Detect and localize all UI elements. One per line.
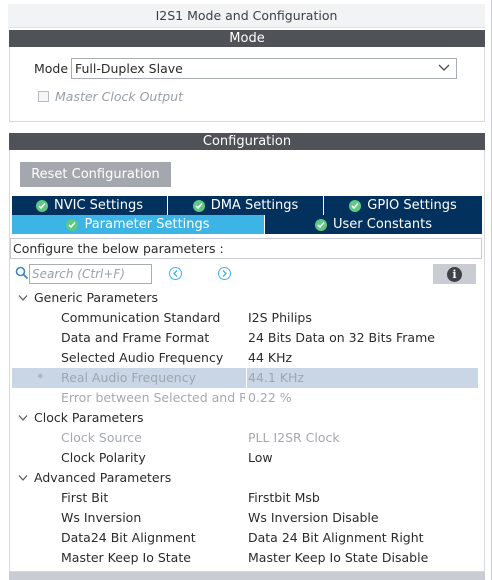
param-value: Data 24 Bit Alignment Right bbox=[248, 530, 424, 545]
param-name: Data and Frame Format bbox=[61, 330, 210, 345]
param-name: First Bit bbox=[61, 490, 109, 505]
chevron-down-icon bbox=[18, 475, 28, 481]
group-name: Advanced Parameters bbox=[34, 470, 172, 485]
master-clock-label: Master Clock Output bbox=[55, 88, 184, 104]
param-name: Selected Audio Frequency bbox=[61, 350, 224, 365]
tab-dma-settings[interactable]: DMA Settings bbox=[168, 196, 323, 215]
param-value: Master Keep Io State Disable bbox=[248, 550, 429, 565]
tab-label: Parameter Settings bbox=[84, 217, 210, 232]
param-name: Clock Source bbox=[61, 430, 142, 445]
tab-parameter-settings[interactable]: Parameter Settings bbox=[12, 215, 264, 234]
modified-marker: * bbox=[37, 370, 44, 385]
master-clock-output-option[interactable]: Master Clock Output bbox=[38, 88, 183, 104]
param-row[interactable]: Clock Polarity Low bbox=[12, 448, 478, 468]
check-circle-icon bbox=[349, 199, 362, 212]
param-row[interactable]: Data24 Bit Alignment Data 24 Bit Alignme… bbox=[12, 528, 478, 548]
configure-instructions: Configure the below parameters : bbox=[10, 238, 482, 259]
chevron-left-icon bbox=[173, 270, 178, 277]
param-row[interactable]: Clock Source PLL I2SR Clock bbox=[12, 428, 478, 448]
master-clock-checkbox[interactable] bbox=[38, 90, 49, 102]
chevron-down-icon bbox=[438, 64, 450, 71]
search-next-button[interactable] bbox=[218, 267, 231, 280]
tab-label: DMA Settings bbox=[210, 198, 299, 213]
param-value: Firstbit Msb bbox=[248, 490, 320, 505]
group-generic-parameters[interactable]: Generic Parameters bbox=[12, 288, 478, 308]
mode-dropdown-value: Full-Duplex Slave bbox=[75, 61, 183, 76]
column-divider bbox=[246, 368, 247, 388]
param-row[interactable]: Data and Frame Format 24 Bits Data on 32… bbox=[12, 328, 478, 348]
group-name: Clock Parameters bbox=[34, 410, 144, 425]
param-value: 0.22 % bbox=[248, 390, 292, 405]
tab-gpio-settings[interactable]: GPIO Settings bbox=[324, 196, 482, 215]
mode-section-header: Mode bbox=[9, 30, 485, 47]
mode-label: Mode bbox=[34, 61, 69, 76]
param-name: Clock Polarity bbox=[61, 450, 146, 465]
search-input[interactable]: Search (Ctrl+F) bbox=[29, 264, 152, 284]
param-value: 44.1 KHz bbox=[248, 370, 304, 385]
param-row[interactable]: First Bit Firstbit Msb bbox=[12, 488, 478, 508]
tab-nvic-settings[interactable]: NVIC Settings bbox=[12, 196, 167, 215]
param-row-selected[interactable]: * Real Audio Frequency 44.1 KHz bbox=[12, 368, 478, 388]
param-name: Real Audio Frequency bbox=[61, 370, 196, 385]
param-row[interactable]: Error between Selected and R... 0.22 % bbox=[12, 388, 478, 408]
param-name: Data24 Bit Alignment bbox=[61, 530, 196, 545]
check-circle-icon bbox=[315, 218, 327, 231]
chevron-down-icon bbox=[18, 415, 28, 421]
reset-configuration-button[interactable]: Reset Configuration bbox=[20, 162, 171, 187]
group-clock-parameters[interactable]: Clock Parameters bbox=[12, 408, 478, 428]
param-name: Error between Selected and R... bbox=[61, 390, 245, 405]
tab-label: NVIC Settings bbox=[54, 198, 143, 213]
param-row[interactable]: Selected Audio Frequency 44 KHz bbox=[12, 348, 478, 368]
search-placeholder: Search (Ctrl+F) bbox=[32, 267, 125, 281]
chevron-right-icon bbox=[222, 270, 227, 277]
check-circle-icon bbox=[66, 218, 79, 231]
info-icon: i bbox=[447, 266, 462, 282]
tab-label: GPIO Settings bbox=[367, 198, 457, 213]
param-value: PLL I2SR Clock bbox=[248, 430, 340, 445]
search-previous-button[interactable] bbox=[169, 267, 182, 280]
param-value: I2S Philips bbox=[248, 310, 312, 325]
tab-label: User Constants bbox=[333, 217, 432, 232]
param-name: Master Keep Io State bbox=[61, 550, 191, 565]
check-circle-icon bbox=[192, 199, 205, 212]
param-value: 44 KHz bbox=[248, 350, 293, 365]
param-value: 24 Bits Data on 32 Bits Frame bbox=[248, 330, 435, 345]
chevron-down-icon bbox=[18, 295, 28, 301]
horizontal-scrollbar[interactable] bbox=[9, 572, 485, 580]
configuration-section-header: Configuration bbox=[9, 133, 485, 150]
mode-dropdown[interactable]: Full-Duplex Slave bbox=[71, 58, 457, 79]
group-name: Generic Parameters bbox=[34, 290, 158, 305]
check-circle-icon bbox=[36, 199, 48, 212]
param-value: Low bbox=[248, 450, 273, 465]
param-name: Ws Inversion bbox=[61, 510, 142, 525]
param-row[interactable]: Ws Inversion Ws Inversion Disable bbox=[12, 508, 478, 528]
info-button[interactable]: i bbox=[433, 264, 476, 284]
group-advanced-parameters[interactable]: Advanced Parameters bbox=[12, 468, 478, 488]
param-value: Ws Inversion Disable bbox=[248, 510, 379, 525]
window-title: I2S1 Mode and Configuration bbox=[8, 4, 485, 28]
param-row[interactable]: Master Keep Io State Master Keep Io Stat… bbox=[12, 548, 478, 568]
search-icon bbox=[15, 266, 29, 280]
param-row[interactable]: Communication Standard I2S Philips bbox=[12, 308, 478, 328]
i2s1-config-panel: I2S1 Mode and Configuration Mode Mode Fu… bbox=[0, 0, 492, 580]
tab-user-constants[interactable]: User Constants bbox=[265, 215, 482, 234]
param-name: Communication Standard bbox=[61, 310, 221, 325]
